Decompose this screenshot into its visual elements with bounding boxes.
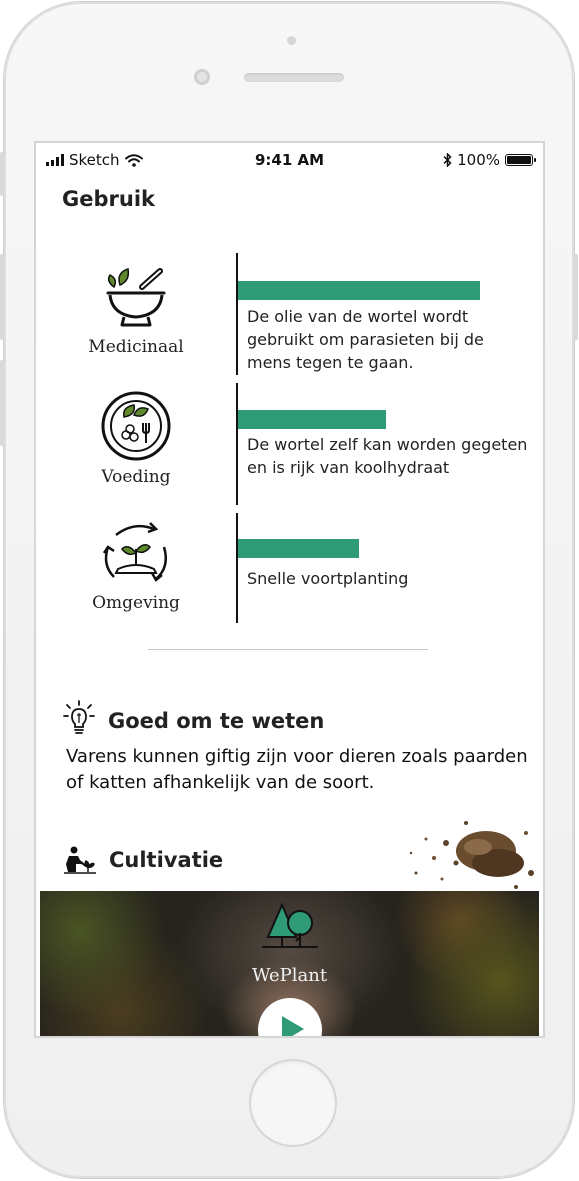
section-divider [148,649,428,650]
cultivation-video[interactable]: WePlant [40,891,539,1036]
play-icon[interactable] [258,998,322,1036]
plate-fork-icon [101,391,171,461]
volume-up-button [0,254,4,340]
use-description: Snelle voortplanting [247,569,409,588]
use-description: De wortel zelf kan worden gegeten en is … [247,435,528,477]
good-to-know-title: Goed om te weten [108,709,325,733]
scale-axis [236,253,238,375]
battery-icon [505,154,536,166]
scale-axis [236,383,238,505]
bluetooth-icon [443,153,452,167]
lightbulb-idea-icon [63,700,95,734]
cultivation-title: Cultivatie [109,848,224,872]
scale-axis [236,513,238,623]
usage-level-bar [238,539,359,558]
earpiece-speaker [244,73,344,82]
use-label: Medicinaal [88,337,184,357]
mortar-pestle-icon [106,268,166,327]
power-button [574,254,578,340]
brand-name: WePlant [251,965,328,986]
mute-switch [0,152,4,196]
status-bar: Sketch 9:41 AM 100% [36,143,543,177]
plant-cycle-icon [102,522,167,582]
proximity-sensor [287,36,296,45]
usage-level-bar [238,281,480,300]
good-to-know-text: Varens kunnen giftig zijn voor dieren zo… [66,746,528,793]
home-button[interactable] [249,1059,337,1147]
soil-decoration [409,821,534,889]
volume-down-button [0,360,4,446]
trees-logo-icon [262,903,318,948]
battery-percent: 100% [457,151,500,169]
use-label: Omgeving [92,593,180,613]
uses-title: Gebruik [62,187,155,211]
use-label: Voeding [101,467,171,487]
gardener-icon [64,846,96,874]
use-description: De olie van de wortel wordt gebruikt om … [247,307,484,372]
usage-level-bar [238,410,386,429]
app-screen: Sketch 9:41 AM 100% Gebruik Medicinaal D… [34,141,545,1038]
front-camera [194,69,210,85]
